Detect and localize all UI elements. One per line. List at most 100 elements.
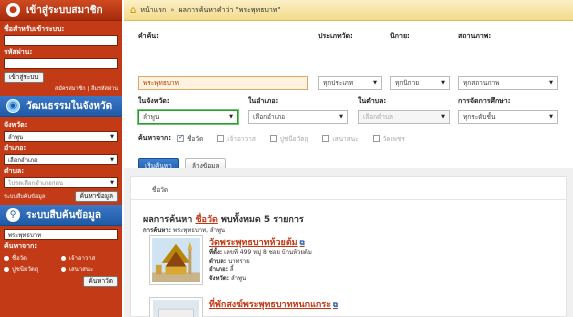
home-icon[interactable]: ⌂ (130, 5, 136, 16)
radio-abbot[interactable]: เจ้าอาวาส (61, 253, 118, 263)
sidebar-province-value: ลำพูน (8, 133, 24, 141)
forgot-password-link[interactable]: ลืมรหัสผ่าน (91, 86, 118, 92)
password-label: รหัสผ่าน: (4, 48, 33, 56)
subdistrict-select[interactable]: เลือกตำบล ▼ (358, 110, 450, 124)
dropdown-arrow-icon: ▼ (373, 80, 377, 86)
radio-temple-name[interactable]: ชื่อวัด (4, 253, 61, 263)
breadcrumb-separator: » (170, 6, 175, 14)
username-label: ชื่อสำหรับเข้าระบบ: (4, 25, 65, 33)
keyword-input[interactable]: พระพุทธบาท (138, 76, 308, 90)
result-item: ที่พักสงฆ์พระพุทธบาทหนกแกระ ⧉ (149, 297, 338, 317)
education-value: ทุกระดับชั้น (463, 113, 496, 121)
member-login-header: ● เข้าสู่ระบบสมาชิก (0, 0, 122, 21)
dropdown-arrow-icon: ▼ (110, 156, 114, 163)
province-culture-header: ◉ วัฒนธรรมในจังหวัด (0, 96, 122, 117)
sidebar-district-label: อำเภอ: (4, 144, 27, 152)
radio-monastery[interactable]: เสนาสนะ (61, 264, 118, 274)
results-area: ชื่อวัด ผลการค้นหา ชื่อวัด พบทั้งหมด 5 ร… (124, 168, 573, 317)
province-label: ในจังหวัด: (138, 97, 170, 105)
dropdown-arrow-icon: ▼ (110, 179, 114, 186)
username-input[interactable] (4, 35, 118, 46)
member-login-title: เข้าสู่ระบบสมาชิก (26, 4, 103, 16)
temple-type-label: ประเภทวัด: (318, 32, 353, 40)
province-culture-section: จังหวัด: ลำพูน ▼ อำเภอ: เลือกอำเภอ ▼ ตำบ… (0, 117, 122, 205)
search-system-section: พระพุทธบาท ค้นหาจาก: ชื่อวัด เจ้าอาวาส ป… (0, 226, 122, 290)
keyword-value: พระพุทธบาท (143, 79, 179, 87)
sidebar-subdistrict-value: โปรดเลือกอำเภอก่อน (8, 179, 64, 187)
dropdown-arrow-icon: ▼ (441, 80, 445, 86)
temple-type-value: ทุกประเภท (323, 79, 354, 87)
tab-temple-name[interactable]: ชื่อวัด (139, 183, 181, 199)
temple-thumbnail[interactable] (149, 235, 203, 285)
dropdown-arrow-icon: ▼ (549, 80, 553, 86)
result-item-details: ที่ตั้ง: เลขที่ 499 หมู่ 8 ซอย บ้านห้วยต… (209, 249, 312, 282)
province-culture-title: วัฒนธรรมในจังหวัด (26, 100, 113, 112)
dropdown-arrow-icon: ▼ (441, 114, 445, 120)
tab-divider (131, 199, 566, 200)
sidebar-subdistrict-select[interactable]: โปรดเลือกอำเภอก่อน ▼ (4, 177, 118, 188)
password-input[interactable] (4, 58, 118, 69)
search-form: คำค้น: ประเภทวัด: นิกาย: สถานภาพ: พระพุท… (124, 21, 573, 173)
status-value: ทุกสถานภาพ (463, 79, 500, 87)
external-link-icon[interactable]: ⧉ (333, 301, 338, 309)
link-separator: | (87, 86, 90, 92)
province-search-button[interactable]: ค้นหาข้อมูล (74, 191, 118, 202)
checkbox-sacred-object[interactable]: ปูชนียวัตถุ (269, 134, 308, 144)
keyword-label: คำค้น: (138, 32, 159, 40)
district-label: ในอำเภอ: (248, 97, 279, 105)
dropdown-arrow-icon: ▼ (339, 114, 343, 120)
dropdown-arrow-icon: ▼ (229, 114, 233, 120)
sidebar-province-label: จังหวัด: (4, 121, 28, 129)
results-title-suffix: พบทั้งหมด 5 รายการ (221, 215, 304, 225)
education-select[interactable]: ทุกระดับชั้น ▼ (458, 110, 558, 124)
sidebar-district-select[interactable]: เลือกอำเภอ ▼ (4, 154, 118, 165)
sidebar: ● เข้าสู่ระบบสมาชิก ชื่อสำหรับเข้าระบบ: … (0, 0, 122, 317)
result-item-name[interactable]: ที่พักสงฆ์พระพุทธบาทหนกแกระ ⧉ (209, 297, 338, 311)
dropdown-arrow-icon: ▼ (549, 114, 553, 120)
sidebar-search-radios: ชื่อวัด เจ้าอาวาส ปูชนียวัตถุ เสนาสนะ (4, 253, 118, 274)
results-title-prefix: ผลการค้นหา (143, 215, 193, 225)
member-links: สมัครสมาชิก | ลืมรหัสผ่าน (4, 85, 118, 93)
login-button[interactable]: เข้าสู่ระบบ (4, 72, 44, 83)
province-value: ลำพูน (143, 113, 160, 121)
province-select[interactable]: ลำพูน ▼ (138, 110, 238, 124)
register-link[interactable]: สมัครสมาชิก (55, 86, 86, 92)
checkbox-abbot[interactable]: เจ้าอาวาส (217, 134, 256, 144)
sidebar-province-select[interactable]: ลำพูน ▼ (4, 131, 118, 142)
checkbox-wat-phet[interactable]: วัดเพชร (372, 134, 405, 144)
search-system-text: ระบบสืบค้นข้อมูล (4, 193, 46, 200)
sidebar-search-input[interactable]: พระพุทธบาท (4, 229, 118, 240)
temple-type-select[interactable]: ทุกประเภท ▼ (318, 76, 382, 90)
globe-icon: ◉ (6, 99, 20, 113)
sect-select[interactable]: ทุกนิกาย ▼ (390, 76, 450, 90)
result-item-name[interactable]: วัดพระพุทธบาทห้วยต้ม ⧉ (209, 235, 312, 249)
search-system-title: ระบบสืบค้นข้อมูล (26, 209, 101, 221)
checkbox-temple-name[interactable]: ชื่อวัด (177, 133, 203, 144)
search-system-header: ⚲ ระบบสืบค้นข้อมูล (0, 205, 122, 226)
district-select[interactable]: เลือกอำเภอ ▼ (248, 110, 348, 124)
status-select[interactable]: ทุกสถานภาพ ▼ (458, 76, 558, 90)
sidebar-search-value: พระพุทธบาท (8, 231, 42, 239)
user-icon: ● (6, 3, 20, 17)
results-title: ผลการค้นหา ชื่อวัด พบทั้งหมด 5 รายการ (143, 212, 304, 226)
sidebar-district-value: เลือกอำเภอ (8, 156, 38, 164)
main-content: ⌂ หน้าแรก » ผลการค้นหาคำว่า "พระพุทธบาท"… (124, 0, 573, 317)
external-link-icon[interactable]: ⧉ (300, 239, 305, 247)
temple-image (152, 300, 200, 317)
sidebar-temple-search-button[interactable]: ค้นหาวัด (83, 276, 118, 287)
temple-image (152, 238, 200, 282)
temple-thumbnail[interactable] (149, 297, 203, 317)
breadcrumb-home[interactable]: หน้าแรก (140, 5, 166, 16)
results-sub-value: พระพุทธบาท, ลำพูน (173, 227, 226, 234)
subdistrict-label: ในตำบล: (358, 97, 387, 105)
results-title-highlight: ชื่อวัด (195, 215, 218, 225)
radio-sacred-object[interactable]: ปูชนียวัตถุ (4, 264, 61, 274)
results-panel: ชื่อวัด ผลการค้นหา ชื่อวัด พบทั้งหมด 5 ร… (130, 176, 567, 317)
sect-label: นิกาย: (390, 32, 410, 40)
checkbox-monastery[interactable]: เสนาสนะ (322, 134, 359, 144)
member-login-section: ชื่อสำหรับเข้าระบบ: รหัสผ่าน: เข้าสู่ระบ… (0, 21, 122, 96)
result-item: วัดพระพุทธบาทห้วยต้ม ⧉ ที่ตั้ง: เลขที่ 49… (149, 235, 312, 285)
status-label: สถานภาพ: (458, 32, 492, 40)
results-sub-label: การค้นหา: (143, 227, 172, 234)
breadcrumb: ⌂ หน้าแรก » ผลการค้นหาคำว่า "พระพุทธบาท" (124, 0, 573, 21)
